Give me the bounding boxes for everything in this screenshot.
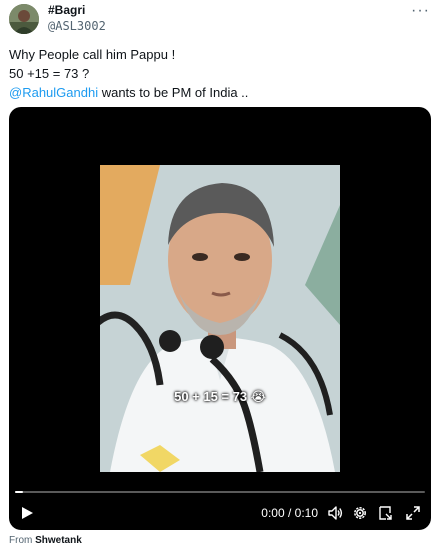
video-player[interactable]: 50 + 15 = 73 😭 0:00 / 0:10 <box>9 107 431 530</box>
tweet-line-3-text: wants to be PM of India .. <box>98 85 249 100</box>
source-prefix: From <box>9 535 36 546</box>
ellipsis-icon: ··· <box>411 2 430 19</box>
video-caption: 50 + 15 = 73 😭 <box>174 389 266 404</box>
tweet-line-2: 50 +15 = 73 ? <box>9 66 90 81</box>
source-name-link[interactable]: Shwetank <box>35 535 82 546</box>
play-icon <box>22 507 33 519</box>
fullscreen-button[interactable] <box>403 503 423 523</box>
settings-button[interactable] <box>350 503 370 523</box>
display-name[interactable]: #Bagri <box>48 3 85 17</box>
play-button[interactable] <box>17 503 37 523</box>
progress-bar[interactable] <box>15 491 425 493</box>
tweet-line-1: Why People call him Pappu ! <box>9 47 176 62</box>
tweet-text: Why People call him Pappu ! 50 +15 = 73 … <box>9 45 248 102</box>
video-frame[interactable]: 50 + 15 = 73 😭 <box>100 165 340 472</box>
tweet-line-3: @RahulGandhi wants to be PM of India .. <box>9 83 248 102</box>
user-handle[interactable]: @ASL3002 <box>48 19 106 33</box>
volume-button[interactable] <box>325 503 345 523</box>
mention-link[interactable]: @RahulGandhi <box>9 85 98 100</box>
fullscreen-icon <box>406 506 420 520</box>
picture-in-picture-icon <box>379 506 392 520</box>
progress-fill <box>15 491 24 493</box>
picture-in-picture-button[interactable] <box>375 503 395 523</box>
avatar[interactable] <box>9 4 39 34</box>
volume-icon <box>328 506 343 520</box>
video-source: From Shwetank <box>9 535 82 546</box>
gear-icon <box>354 507 366 519</box>
video-time: 0:00 / 0:10 <box>261 506 318 520</box>
video-thumbnail <box>100 165 340 472</box>
more-options-button[interactable]: ··· <box>411 2 430 20</box>
